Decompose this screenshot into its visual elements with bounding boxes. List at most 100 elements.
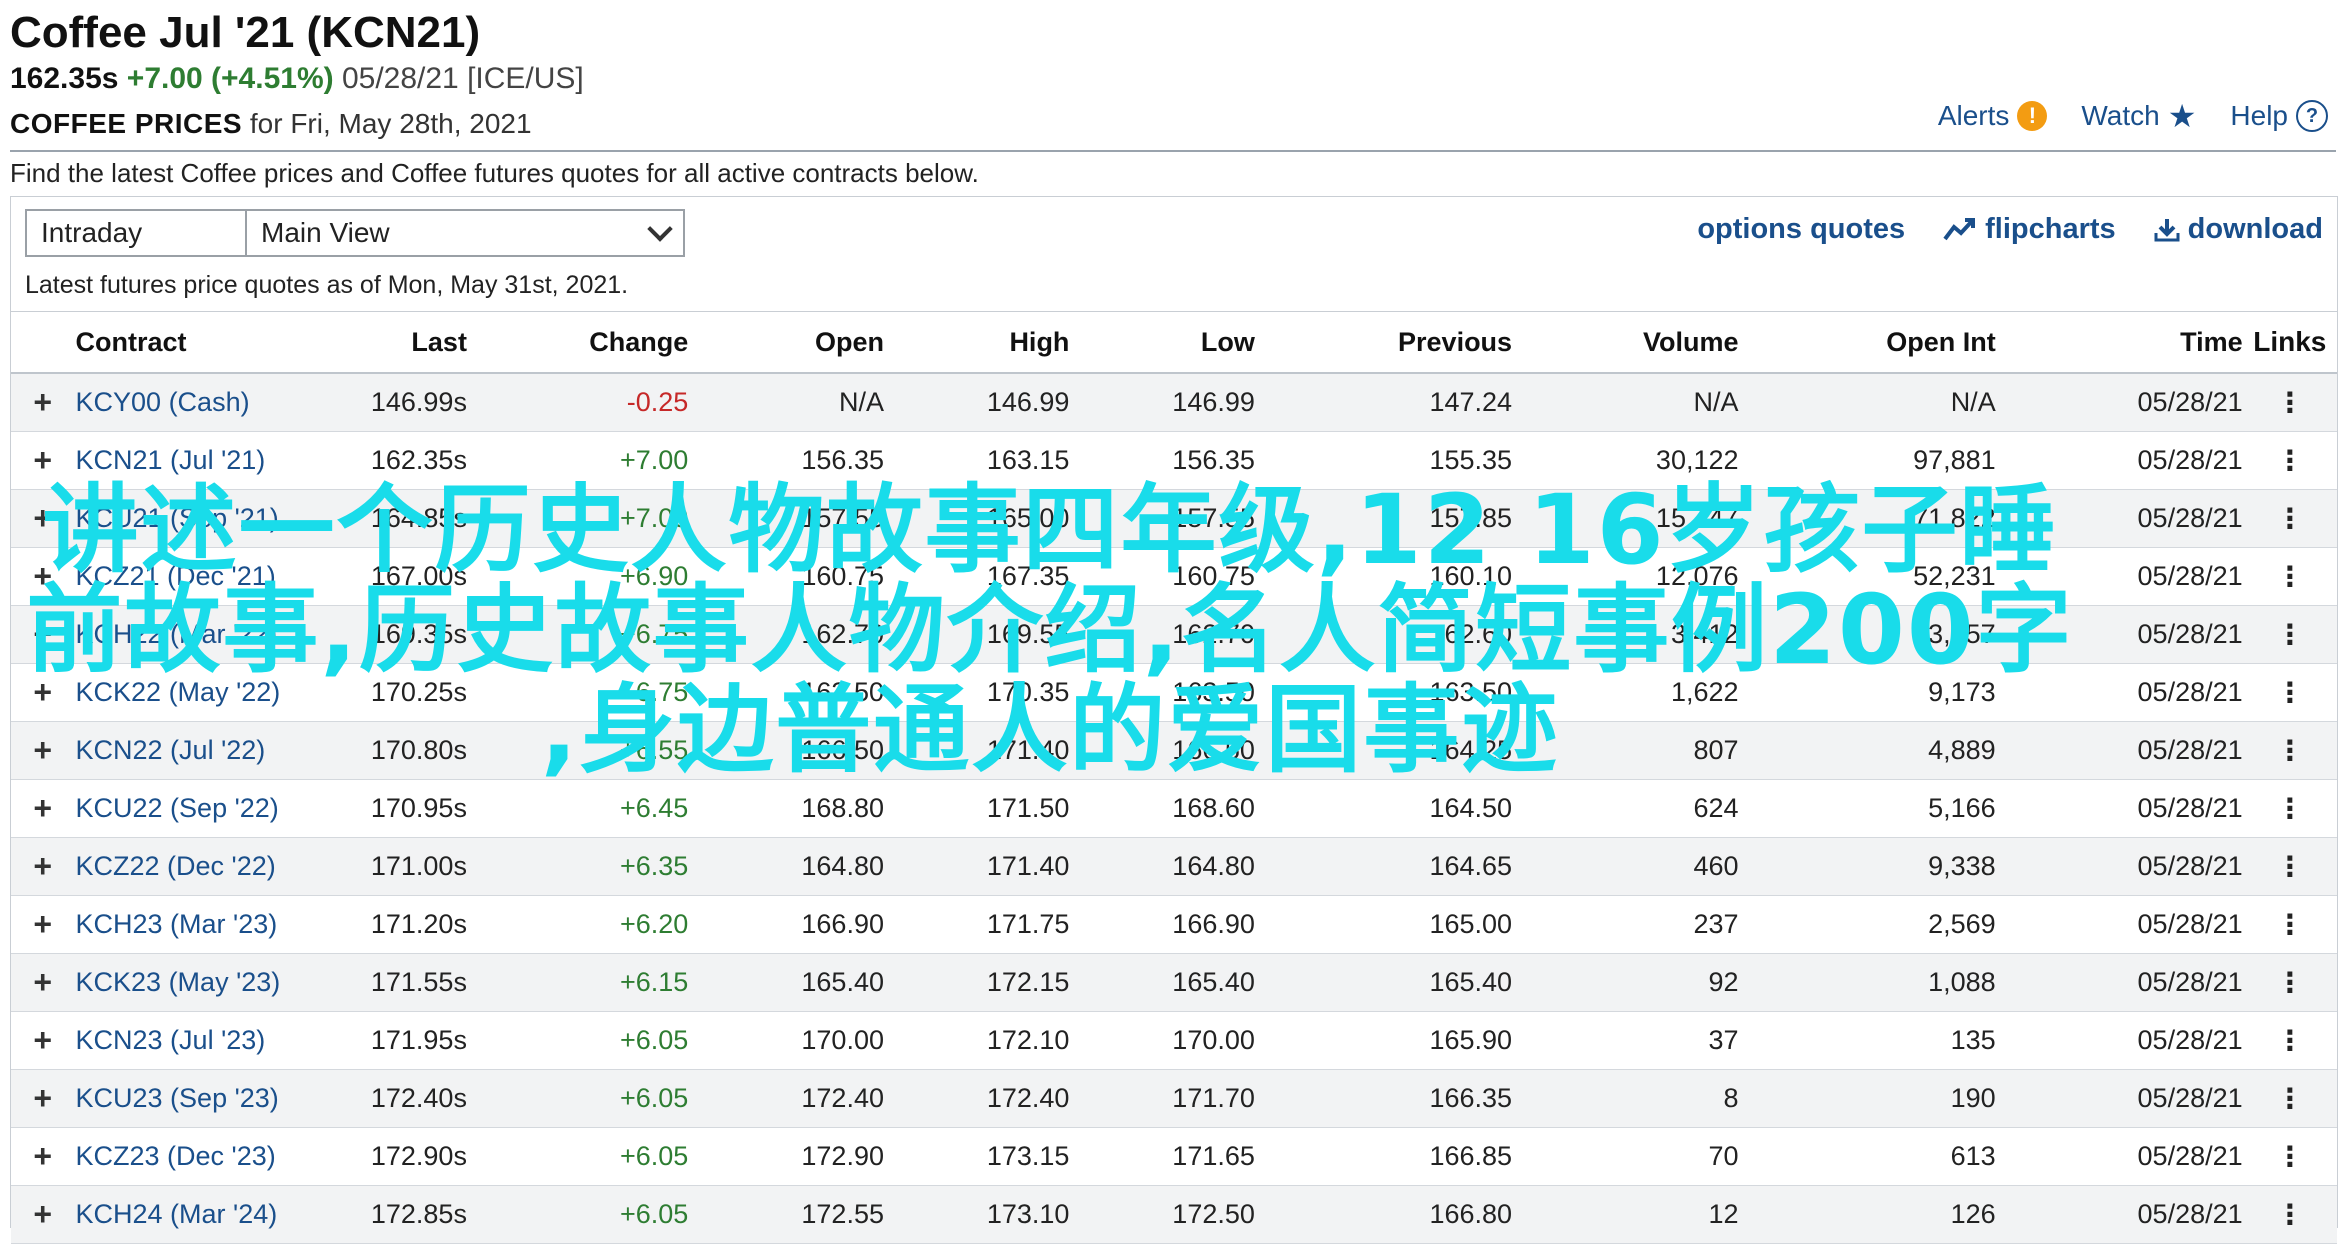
contract-cell: KCU22 (Sep '22) <box>74 779 313 838</box>
contract-link[interactable]: KCU22 (Sep '22) <box>76 793 279 823</box>
contract-link[interactable]: KCY00 (Cash) <box>76 387 250 417</box>
more-options-icon[interactable]: ⋮ <box>2242 895 2337 954</box>
table-cell: 167.00s <box>312 547 467 606</box>
table-cell: 164.80 <box>1069 837 1255 896</box>
column-header[interactable]: Previous <box>1254 311 1513 374</box>
table-cell: 165.40 <box>1254 953 1513 1012</box>
more-options-icon[interactable]: ⋮ <box>2242 1127 2337 1186</box>
more-options-icon[interactable]: ⋮ <box>2242 373 2337 432</box>
price-change: +7.00 (+4.51%) <box>126 62 334 95</box>
expand-row-icon[interactable]: + <box>11 431 75 490</box>
more-options-icon[interactable]: ⋮ <box>2242 721 2337 780</box>
contract-cell: KCU23 (Sep '23) <box>74 1069 313 1128</box>
column-header[interactable]: High <box>883 311 1070 374</box>
more-options-icon[interactable]: ⋮ <box>2242 663 2337 722</box>
table-cell: 05/28/21 <box>1995 1011 2243 1070</box>
expand-row-icon[interactable]: + <box>11 1069 75 1128</box>
table-row: + KCZ22 (Dec '22) 171.00s +6.35 164.80 171.40… <box>11 837 2337 896</box>
alerts-link[interactable]: Alerts ! <box>1938 100 2048 132</box>
column-header[interactable]: Change <box>466 311 689 374</box>
expand-row-icon[interactable]: + <box>11 489 75 548</box>
more-options-icon[interactable]: ⋮ <box>2242 779 2337 838</box>
expand-row-icon[interactable]: + <box>11 1185 75 1244</box>
column-header[interactable]: Open Int <box>1738 311 1996 374</box>
table-cell: 163.50 <box>1254 663 1513 722</box>
table-cell: 171.40 <box>883 837 1070 896</box>
divider <box>10 150 2336 152</box>
contract-link[interactable]: KCN21 (Jul '21) <box>76 445 266 475</box>
more-options-icon[interactable]: ⋮ <box>2242 1185 2337 1244</box>
table-cell: 163.15 <box>883 431 1070 490</box>
contract-link[interactable]: KCZ22 (Dec '22) <box>76 851 276 881</box>
watch-link[interactable]: Watch ★ <box>2081 100 2196 132</box>
contract-link[interactable]: KCH22 (Mar '22) <box>76 619 278 649</box>
contract-link[interactable]: KCU23 (Sep '23) <box>76 1083 279 1113</box>
expand-row-icon[interactable]: + <box>11 373 75 432</box>
expand-row-icon[interactable]: + <box>11 1011 75 1070</box>
expand-row-icon[interactable]: + <box>11 895 75 954</box>
table-cell: 70 <box>1512 1127 1739 1186</box>
table-cell: 162.70 <box>688 605 884 664</box>
table-cell: 156.35 <box>688 431 884 490</box>
table-cell: 164.65 <box>1254 837 1513 896</box>
table-cell: 171.55s <box>312 953 467 1012</box>
quote-date-exchange: 05/28/21 [ICE/US] <box>341 62 584 95</box>
more-options-icon[interactable]: ⋮ <box>2242 1011 2337 1070</box>
contract-link[interactable]: KCK23 (May '23) <box>76 967 281 997</box>
contract-link[interactable]: KCH23 (Mar '23) <box>76 909 278 939</box>
more-options-icon[interactable]: ⋮ <box>2242 837 2337 896</box>
column-header[interactable]: Open <box>688 311 884 374</box>
table-cell: 5,166 <box>1738 779 1996 838</box>
expand-row-icon[interactable]: + <box>11 547 75 606</box>
table-cell: 170.95s <box>312 779 467 838</box>
column-header[interactable]: Low <box>1069 311 1255 374</box>
contract-cell: KCH24 (Mar '24) <box>74 1185 313 1244</box>
expand-row-icon[interactable]: + <box>11 721 75 780</box>
flipcharts-label: flipcharts <box>1985 213 2116 245</box>
expand-row-icon[interactable]: + <box>11 663 75 722</box>
contract-link[interactable]: KCZ21 (Dec '21) <box>76 561 276 591</box>
table-row: + KCU21 (Sep '21) 164.85s +7.00 157.55 165.00… <box>11 489 2337 548</box>
contract-link[interactable]: KCZ23 (Dec '23) <box>76 1141 276 1171</box>
column-header[interactable]: Contract <box>74 311 313 374</box>
table-cell: 460 <box>1512 837 1739 896</box>
table-cell: 3,412 <box>1512 605 1739 664</box>
table-cell: 9,173 <box>1738 663 1996 722</box>
more-options-icon[interactable]: ⋮ <box>2242 953 2337 1012</box>
flipcharts-link[interactable]: flipcharts <box>1943 213 2116 246</box>
contract-link[interactable]: KCN23 (Jul '23) <box>76 1025 266 1055</box>
options-quotes-link[interactable]: options quotes <box>1697 213 1905 246</box>
contract-link[interactable]: KCH24 (Mar '24) <box>76 1199 278 1229</box>
contract-link[interactable]: KCK22 (May '22) <box>76 677 281 707</box>
view-select-value: Main View <box>261 217 390 248</box>
more-options-icon[interactable]: ⋮ <box>2242 1069 2337 1128</box>
expand-row-icon[interactable]: + <box>11 605 75 664</box>
table-cell: 171.40 <box>883 721 1070 780</box>
column-header[interactable]: Time <box>1995 311 2243 374</box>
contract-link[interactable]: KCU21 (Sep '21) <box>76 503 279 533</box>
view-select[interactable]: Main View <box>245 209 685 257</box>
expand-row-icon[interactable]: + <box>11 779 75 838</box>
more-options-icon[interactable]: ⋮ <box>2242 489 2337 548</box>
quote-summary: 162.35s +7.00 (+4.51%) 05/28/21 [ICE/US] <box>10 62 584 96</box>
table-cell: +6.05 <box>466 1069 689 1128</box>
more-options-icon[interactable]: ⋮ <box>2242 547 2337 606</box>
table-cell: +6.05 <box>466 1011 689 1070</box>
table-cell: 05/28/21 <box>1995 373 2243 432</box>
table-cell: 168.60 <box>1069 779 1255 838</box>
help-link[interactable]: Help ? <box>2230 100 2328 132</box>
table-cell: 05/28/21 <box>1995 663 2243 722</box>
column-header[interactable]: Last <box>312 311 467 374</box>
more-options-icon[interactable]: ⋮ <box>2242 431 2337 490</box>
expand-row-icon[interactable]: + <box>11 1127 75 1186</box>
table-cell: 171.65 <box>1069 1127 1255 1186</box>
table-cell: 165.40 <box>688 953 884 1012</box>
more-options-icon[interactable]: ⋮ <box>2242 605 2337 664</box>
contract-link[interactable]: KCN22 (Jul '22) <box>76 735 266 765</box>
table-cell: 162.60 <box>1254 605 1513 664</box>
table-cell: 171.20s <box>312 895 467 954</box>
expand-row-icon[interactable]: + <box>11 837 75 896</box>
column-header[interactable]: Volume <box>1512 311 1739 374</box>
expand-row-icon[interactable]: + <box>11 953 75 1012</box>
download-link[interactable]: download <box>2154 213 2323 246</box>
